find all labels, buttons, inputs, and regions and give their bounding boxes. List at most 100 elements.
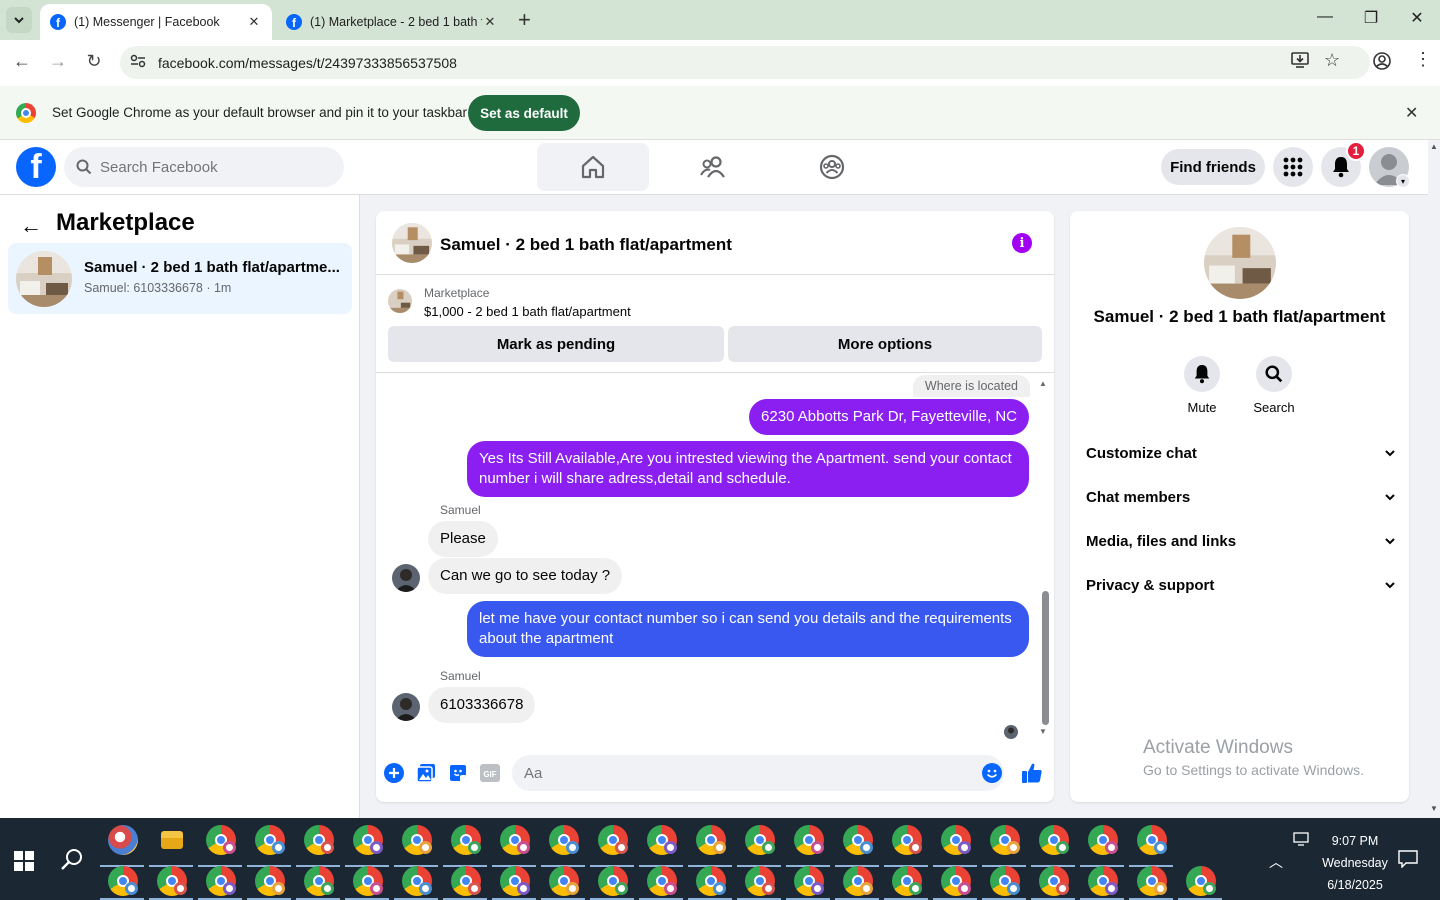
tab-messenger[interactable]: f (1) Messenger | Facebook ✕	[40, 4, 272, 40]
chrome-app-icon[interactable]	[843, 825, 873, 855]
back-arrow-icon[interactable]: ←	[20, 213, 42, 239]
address-bar[interactable]: facebook.com/messages/t/2439733385653750…	[120, 46, 1370, 79]
chrome-app-icon[interactable]	[255, 825, 285, 855]
close-icon[interactable]: ✕	[1405, 103, 1418, 123]
set-default-button[interactable]: Set as default	[468, 95, 580, 131]
network-icon[interactable]	[1293, 832, 1309, 851]
chat-avatar[interactable]	[392, 223, 432, 263]
search-conversation-button[interactable]: Search	[1244, 356, 1304, 415]
chrome-app-icon[interactable]	[892, 825, 922, 855]
close-icon[interactable]: ✕	[246, 14, 262, 30]
scroll-up-icon[interactable]: ▲	[1430, 142, 1438, 151]
chrome-app-icon[interactable]	[794, 825, 824, 855]
notification-center-icon[interactable]	[1398, 850, 1418, 873]
chrome-app-icon[interactable]	[892, 866, 922, 896]
back-icon[interactable]: ←	[10, 51, 34, 72]
chrome-app-icon[interactable]	[1186, 866, 1216, 896]
chat-title[interactable]: Samuel · 2 bed 1 bath flat/apartment	[440, 235, 732, 255]
windows-start-icon[interactable]	[14, 851, 34, 871]
chrome-app-icon[interactable]	[598, 825, 628, 855]
listing-detail[interactable]: $1,000 - 2 bed 1 bath flat/apartment	[424, 304, 631, 319]
chrome-app-icon[interactable]	[794, 866, 824, 896]
scroll-down-icon[interactable]: ▼	[1430, 804, 1438, 813]
chrome-app-icon[interactable]	[647, 866, 677, 896]
chrome-app-icon[interactable]	[1088, 825, 1118, 855]
chrome-app-icon[interactable]	[1039, 825, 1069, 855]
sender-avatar[interactable]	[392, 693, 420, 721]
page-scrollbar[interactable]: ▲ ▼	[1428, 140, 1440, 818]
info-icon[interactable]: i	[1012, 233, 1032, 253]
tray-overflow-icon[interactable]: ︿	[1269, 852, 1283, 872]
new-tab-button[interactable]: +	[518, 8, 531, 32]
site-settings-icon[interactable]	[130, 54, 148, 71]
forward-icon[interactable]: →	[46, 51, 70, 72]
mark-pending-button[interactable]: Mark as pending	[388, 326, 724, 362]
chrome-app-icon[interactable]	[990, 825, 1020, 855]
profile-icon[interactable]	[1373, 52, 1391, 75]
chrome-app-icon[interactable]	[451, 866, 481, 896]
chrome-app-icon[interactable]	[353, 866, 383, 896]
chrome-app-icon[interactable]	[696, 825, 726, 855]
chrome-app-icon[interactable]	[206, 866, 236, 896]
reload-icon[interactable]: ↻	[82, 51, 106, 72]
message-input-wrapper[interactable]	[512, 755, 1004, 791]
chrome-app-icon[interactable]	[1039, 866, 1069, 896]
chrome-app-icon[interactable]	[696, 866, 726, 896]
chrome-app-icon[interactable]	[206, 825, 236, 855]
section-chat-members[interactable]: Chat members	[1086, 475, 1396, 519]
chrome-app-icon[interactable]	[549, 825, 579, 855]
emoji-icon[interactable]	[982, 763, 1002, 788]
chrome-app-icon[interactable]	[843, 866, 873, 896]
chrome-app-icon[interactable]	[598, 866, 628, 896]
chrome-app-icon[interactable]	[1137, 866, 1167, 896]
maximize-icon[interactable]: ❐	[1361, 8, 1381, 28]
more-options-button[interactable]: More options	[728, 326, 1042, 362]
minimize-icon[interactable]: —	[1315, 8, 1335, 26]
facebook-search[interactable]	[64, 147, 344, 187]
section-privacy-support[interactable]: Privacy & support	[1086, 563, 1396, 607]
message-incoming[interactable]: Can we go to see today ?	[428, 558, 623, 594]
chrome-app-icon[interactable]	[941, 825, 971, 855]
chrome-app-icon[interactable]	[1088, 866, 1118, 896]
facebook-logo-icon[interactable]: f	[16, 147, 56, 187]
section-customize-chat[interactable]: Customize chat	[1086, 431, 1396, 475]
chevron-down-icon[interactable]: ▾	[1396, 174, 1410, 188]
file-explorer-icon[interactable]	[161, 831, 183, 849]
kebab-menu-icon[interactable]: ⋮	[1414, 49, 1432, 70]
tab-search-button[interactable]	[6, 7, 32, 33]
chrome-app-icon[interactable]	[451, 825, 481, 855]
window-close-icon[interactable]: ✕	[1407, 8, 1427, 28]
message-outgoing[interactable]: 6230 Abbotts Park Dr, Fayetteville, NC	[749, 399, 1029, 435]
add-plus-icon[interactable]	[383, 762, 405, 784]
find-friends-button[interactable]: Find friends	[1161, 149, 1265, 185]
nav-groups[interactable]	[776, 143, 888, 191]
sender-avatar[interactable]	[392, 564, 420, 592]
message-incoming[interactable]: 6103336678	[428, 687, 536, 723]
chrome-app-icon[interactable]	[500, 866, 530, 896]
chrome-app-icon[interactable]	[402, 825, 432, 855]
gif-icon[interactable]: GIF	[479, 762, 501, 784]
thumbs-up-icon[interactable]	[1020, 761, 1044, 785]
sticker-icon[interactable]	[447, 762, 469, 784]
chrome-app-icon[interactable]	[1137, 825, 1167, 855]
chrome-app-icon[interactable]	[647, 825, 677, 855]
tab-marketplace[interactable]: f (1) Marketplace - 2 bed 1 bath flat/ap…	[276, 4, 508, 40]
message-input[interactable]	[524, 764, 944, 782]
nav-friends[interactable]	[657, 143, 769, 191]
system-clock[interactable]: 9:07 PM Wednesday 6/18/2025	[1310, 830, 1400, 896]
message-outgoing[interactable]: let me have your contact number so i can…	[467, 601, 1029, 657]
conversation-item[interactable]: Samuel · 2 bed 1 bath flat/apartme... Sa…	[8, 243, 352, 314]
bookmark-star-icon[interactable]: ☆	[1324, 50, 1340, 71]
taskbar-search-icon[interactable]	[60, 847, 84, 876]
section-media-files-links[interactable]: Media, files and links	[1086, 519, 1396, 563]
scrollbar-thumb[interactable]	[1042, 591, 1049, 725]
chrome-app-icon[interactable]	[402, 866, 432, 896]
chrome-app-icon[interactable]	[157, 866, 187, 896]
chrome-app-icon[interactable]	[304, 866, 334, 896]
chrome-app-icon[interactable]	[353, 825, 383, 855]
install-app-icon[interactable]	[1291, 52, 1309, 73]
chrome-app-icon[interactable]	[304, 825, 334, 855]
close-icon[interactable]: ✕	[482, 14, 498, 30]
chrome-app-icon[interactable]	[990, 866, 1020, 896]
message-outgoing[interactable]: Yes Its Still Available,Are you intreste…	[467, 441, 1029, 497]
